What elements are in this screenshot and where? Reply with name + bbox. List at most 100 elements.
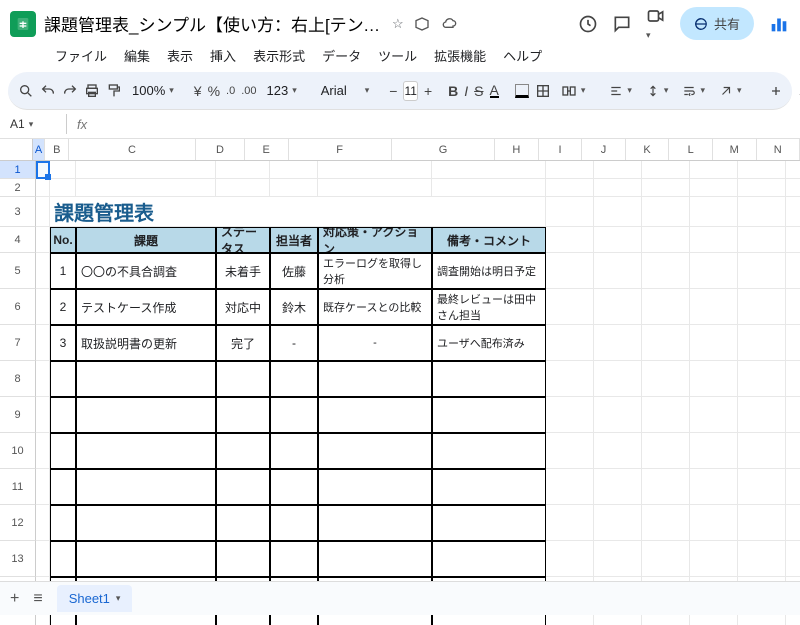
- row-header-8[interactable]: 8: [0, 361, 36, 397]
- cell[interactable]: [594, 179, 642, 197]
- cell[interactable]: [546, 361, 594, 397]
- cell[interactable]: [786, 325, 800, 361]
- print-icon[interactable]: [84, 79, 100, 103]
- cell[interactable]: [50, 161, 76, 179]
- td-no[interactable]: 1: [50, 253, 76, 289]
- row-header-9[interactable]: 9: [0, 397, 36, 433]
- td-note[interactable]: [432, 397, 546, 433]
- cell[interactable]: [318, 161, 432, 179]
- td-no[interactable]: [50, 505, 76, 541]
- td-note[interactable]: ユーザへ配布済み: [432, 325, 546, 361]
- table-title[interactable]: 課題管理表: [50, 197, 546, 227]
- cell[interactable]: [546, 433, 594, 469]
- row-header-2[interactable]: 2: [0, 179, 36, 197]
- cell[interactable]: [594, 289, 642, 325]
- all-sheets-button[interactable]: ≡: [33, 590, 42, 608]
- paint-format-icon[interactable]: [106, 79, 122, 103]
- cell[interactable]: [546, 179, 594, 197]
- td-issue[interactable]: 取扱説明書の更新: [76, 325, 216, 361]
- td-note[interactable]: [432, 433, 546, 469]
- td-owner[interactable]: [270, 433, 318, 469]
- move-icon[interactable]: [414, 16, 430, 32]
- col-header-B[interactable]: B: [45, 139, 69, 160]
- td-no[interactable]: [50, 361, 76, 397]
- cell[interactable]: [36, 253, 50, 289]
- select-all-corner[interactable]: [0, 139, 33, 160]
- fill-color-icon[interactable]: [515, 79, 529, 103]
- name-box[interactable]: A1▾: [10, 117, 56, 131]
- menu-data[interactable]: データ: [315, 43, 368, 68]
- cell[interactable]: [318, 179, 432, 197]
- cell[interactable]: [594, 505, 642, 541]
- cell[interactable]: [594, 433, 642, 469]
- td-status[interactable]: [216, 505, 270, 541]
- cell[interactable]: [786, 197, 800, 227]
- row-header-12[interactable]: 12: [0, 505, 36, 541]
- cell[interactable]: [690, 197, 738, 227]
- row-header-5[interactable]: 5: [0, 253, 36, 289]
- cell[interactable]: [738, 433, 786, 469]
- wrap-icon[interactable]: ▾: [678, 82, 709, 100]
- td-issue[interactable]: [76, 397, 216, 433]
- font-size-input[interactable]: 11: [403, 81, 417, 101]
- font-size-plus[interactable]: +: [424, 79, 432, 103]
- zoom-select[interactable]: 100%▾: [128, 81, 178, 100]
- td-action[interactable]: 既存ケースとの比較: [318, 289, 432, 325]
- td-issue[interactable]: テストケース作成: [76, 289, 216, 325]
- cell[interactable]: [690, 541, 738, 577]
- cell[interactable]: [642, 253, 690, 289]
- td-owner[interactable]: 佐藤: [270, 253, 318, 289]
- td-status[interactable]: 対応中: [216, 289, 270, 325]
- align-icon[interactable]: ▾: [605, 82, 636, 100]
- col-header-K[interactable]: K: [626, 139, 670, 160]
- td-action[interactable]: [318, 397, 432, 433]
- cell[interactable]: [642, 289, 690, 325]
- td-note[interactable]: 最終レビューは田中さん担当: [432, 289, 546, 325]
- formula-bar[interactable]: [95, 114, 790, 134]
- cell[interactable]: [594, 361, 642, 397]
- cell[interactable]: [642, 505, 690, 541]
- cell[interactable]: [690, 469, 738, 505]
- cell[interactable]: [642, 161, 690, 179]
- td-no[interactable]: 2: [50, 289, 76, 325]
- td-issue[interactable]: [76, 541, 216, 577]
- col-header-C[interactable]: C: [69, 139, 196, 160]
- cell[interactable]: [642, 179, 690, 197]
- td-note[interactable]: 調査開始は明日予定: [432, 253, 546, 289]
- cell[interactable]: [690, 289, 738, 325]
- cell[interactable]: [642, 397, 690, 433]
- td-action[interactable]: [318, 469, 432, 505]
- td-note[interactable]: [432, 505, 546, 541]
- increase-decimal-icon[interactable]: .00: [241, 79, 256, 103]
- cell[interactable]: [642, 197, 690, 227]
- bold-icon[interactable]: B: [448, 79, 458, 103]
- col-header-H[interactable]: H: [495, 139, 539, 160]
- col-header-M[interactable]: M: [713, 139, 757, 160]
- cell[interactable]: [36, 361, 50, 397]
- cell[interactable]: [786, 227, 800, 253]
- currency-icon[interactable]: ¥: [194, 79, 202, 103]
- td-no[interactable]: [50, 541, 76, 577]
- cell[interactable]: [594, 253, 642, 289]
- cell[interactable]: [738, 325, 786, 361]
- td-issue[interactable]: [76, 361, 216, 397]
- strikethrough-icon[interactable]: S: [474, 79, 483, 103]
- td-issue[interactable]: 〇〇の不具合調査: [76, 253, 216, 289]
- cell[interactable]: [546, 161, 594, 179]
- col-header-E[interactable]: E: [245, 139, 289, 160]
- col-header-I[interactable]: I: [539, 139, 583, 160]
- cell[interactable]: [690, 179, 738, 197]
- cell[interactable]: [738, 505, 786, 541]
- menu-view[interactable]: 表示: [160, 43, 200, 68]
- th-note[interactable]: 備考・コメント: [432, 227, 546, 253]
- cell[interactable]: [738, 179, 786, 197]
- search-menus-icon[interactable]: [18, 79, 34, 103]
- cell[interactable]: [642, 325, 690, 361]
- cell[interactable]: [594, 469, 642, 505]
- col-header-A[interactable]: A: [33, 139, 46, 160]
- menu-format[interactable]: 表示形式: [246, 43, 312, 68]
- th-status[interactable]: ステータス: [216, 227, 270, 253]
- cell[interactable]: [690, 361, 738, 397]
- percent-icon[interactable]: %: [208, 79, 220, 103]
- cell[interactable]: [36, 505, 50, 541]
